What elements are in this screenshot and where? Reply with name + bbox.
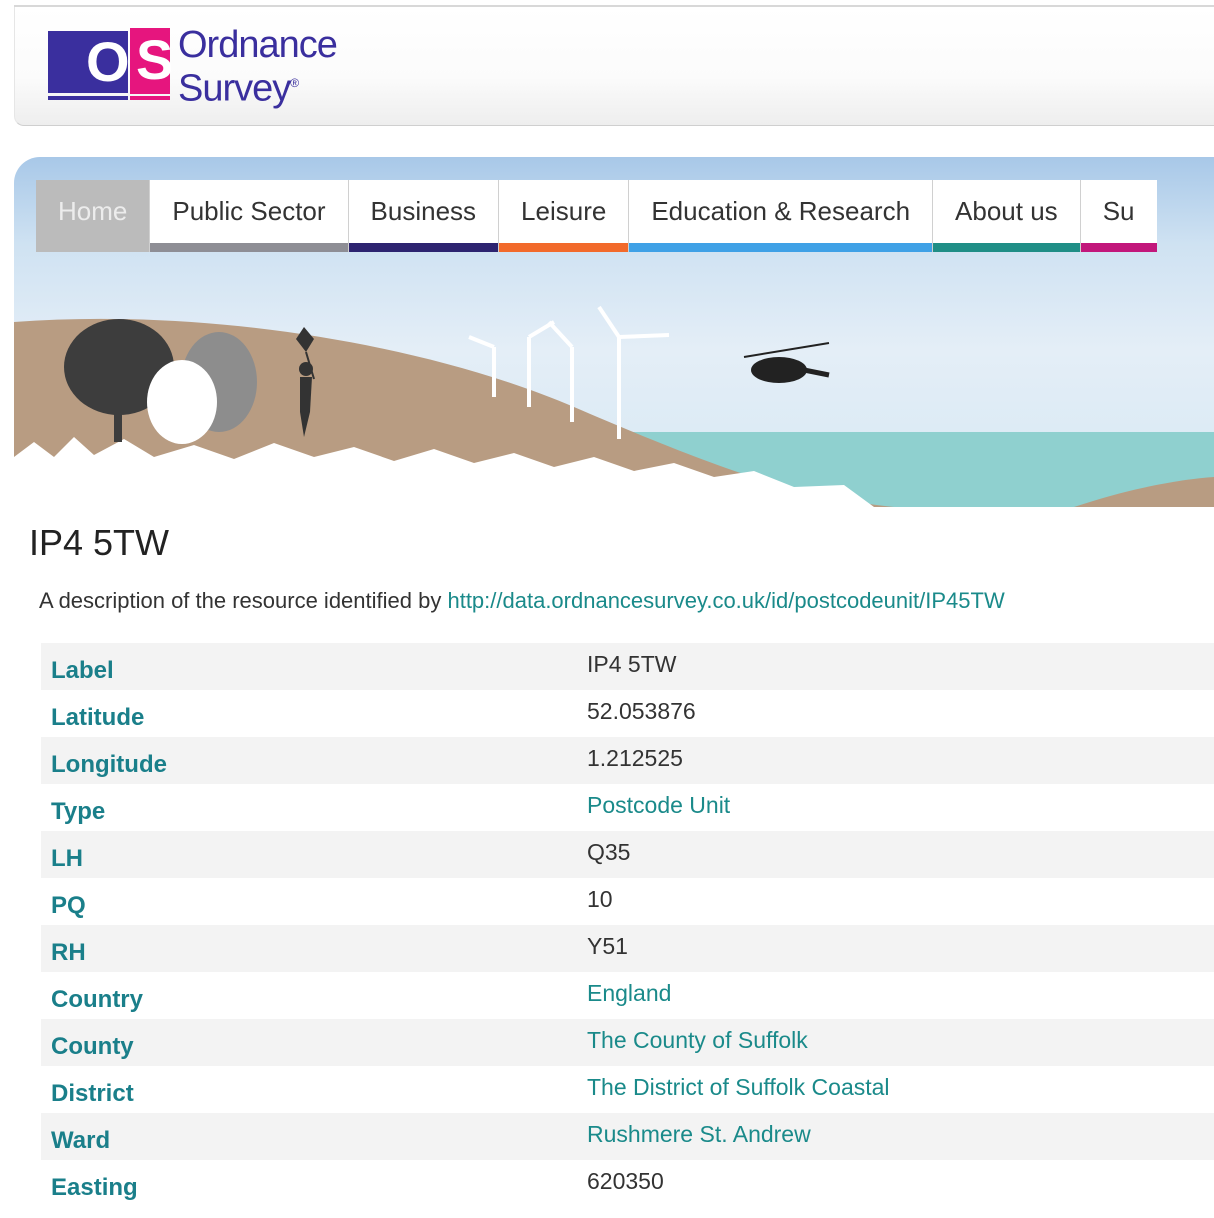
property-key: Label [51, 657, 114, 684]
nav-label: Business [370, 195, 477, 226]
property-row: Ward Rushmere St. Andrew [41, 1113, 1214, 1160]
nav-item-business[interactable]: Business [348, 180, 500, 252]
property-row: Easting 620350 [41, 1160, 1214, 1207]
property-row: PQ 10 [41, 878, 1214, 925]
property-key: LH [51, 845, 83, 872]
nav-color-bar [629, 243, 933, 252]
nav-label: Public Sector [172, 195, 326, 226]
nav-color-bar [1080, 243, 1157, 252]
helicopter-body-shape [751, 357, 807, 383]
resource-description: A description of the resource identified… [39, 588, 1005, 614]
ordnance-survey-logo[interactable]: O S Ordnance Survey® [48, 24, 368, 110]
logo-underline-blue [48, 96, 128, 100]
description-text: A description of the resource identified… [39, 588, 448, 613]
nav-color-bar [36, 243, 150, 252]
logo-name-line1: Ordnance [178, 24, 338, 66]
property-value: Q35 [587, 839, 631, 865]
property-key: County [51, 1033, 134, 1060]
helicopter-tail-shape [803, 367, 830, 378]
property-row: District The District of Suffolk Coastal [41, 1066, 1214, 1113]
nav-item-public-sector[interactable]: Public Sector [150, 180, 349, 252]
turbine-1-blade [468, 335, 495, 349]
property-row: Longitude 1.212525 [41, 737, 1214, 784]
nav-color-bar [348, 243, 499, 252]
main-navigation: Home Public Sector Business Leisure Educ… [36, 180, 1157, 252]
property-row: Country England [41, 972, 1214, 1019]
property-value-link[interactable]: The District of Suffolk Coastal [587, 1074, 890, 1101]
property-value: IP4 5TW [587, 651, 677, 677]
property-value: Y51 [587, 933, 628, 959]
nav-item-su[interactable]: Su [1080, 180, 1157, 252]
turbine-4-blade-a [597, 305, 621, 339]
property-value: 52.053876 [587, 698, 696, 724]
property-row: Label IP4 5TW [41, 643, 1214, 690]
property-key: Country [51, 986, 143, 1013]
logo-registered-mark: ® [290, 76, 299, 90]
logo-glyph-s: S [136, 28, 174, 91]
property-row: LH Q35 [41, 831, 1214, 878]
nav-label: Su [1102, 195, 1135, 226]
property-key: District [51, 1080, 134, 1107]
nav-label: Leisure [521, 195, 607, 226]
logo-wordmark: Ordnance Survey® [178, 24, 338, 110]
logo-underline-pink [130, 96, 170, 100]
property-value-link[interactable]: England [587, 980, 671, 1007]
turbine-3-blade [547, 320, 574, 349]
property-value-link[interactable]: Postcode Unit [587, 792, 730, 819]
properties-table: Label IP4 5TW Latitude 52.053876 Longitude 1.… [41, 643, 1214, 1207]
property-key: RH [51, 939, 86, 966]
property-row: County The County of Suffolk [41, 1019, 1214, 1066]
nav-label: Home [58, 195, 128, 226]
tree-white-shape [147, 360, 217, 444]
property-value: 10 [587, 886, 613, 912]
page-title: IP4 5TW [29, 522, 170, 563]
property-value-link[interactable]: Rushmere St. Andrew [587, 1121, 811, 1148]
property-key: Ward [51, 1127, 111, 1154]
property-key: PQ [51, 892, 86, 919]
logo-glyph-o: O [86, 30, 130, 93]
resource-uri-link[interactable]: http://data.ordnancesurvey.co.uk/id/post… [447, 588, 1004, 613]
property-key: Longitude [51, 751, 167, 778]
property-value-link[interactable]: The County of Suffolk [587, 1027, 808, 1054]
logo-name-line2: Survey [178, 67, 291, 110]
runner-head-shape [299, 362, 313, 376]
property-key: Easting [51, 1174, 138, 1201]
property-row: Latitude 52.053876 [41, 690, 1214, 737]
nav-item-education-research[interactable]: Education & Research [629, 180, 934, 252]
nav-label: About us [955, 195, 1058, 226]
property-key: Latitude [51, 704, 145, 731]
nav-color-bar [150, 243, 348, 252]
property-value: 620350 [587, 1168, 664, 1194]
helicopter-rotor-shape [743, 342, 830, 358]
turbine-4-blade-b [618, 333, 670, 339]
property-key: Type [51, 798, 106, 825]
nav-item-home[interactable]: Home [36, 180, 151, 252]
nav-color-bar [499, 243, 629, 252]
nav-color-bar [933, 243, 1080, 252]
property-row: Type Postcode Unit [41, 784, 1214, 831]
property-value: 1.212525 [587, 745, 683, 771]
nav-label: Education & Research [651, 195, 911, 226]
nav-item-leisure[interactable]: Leisure [499, 180, 630, 252]
property-row: RH Y51 [41, 925, 1214, 972]
nav-item-about-us[interactable]: About us [933, 180, 1081, 252]
tree-trunk-shape [114, 397, 122, 442]
